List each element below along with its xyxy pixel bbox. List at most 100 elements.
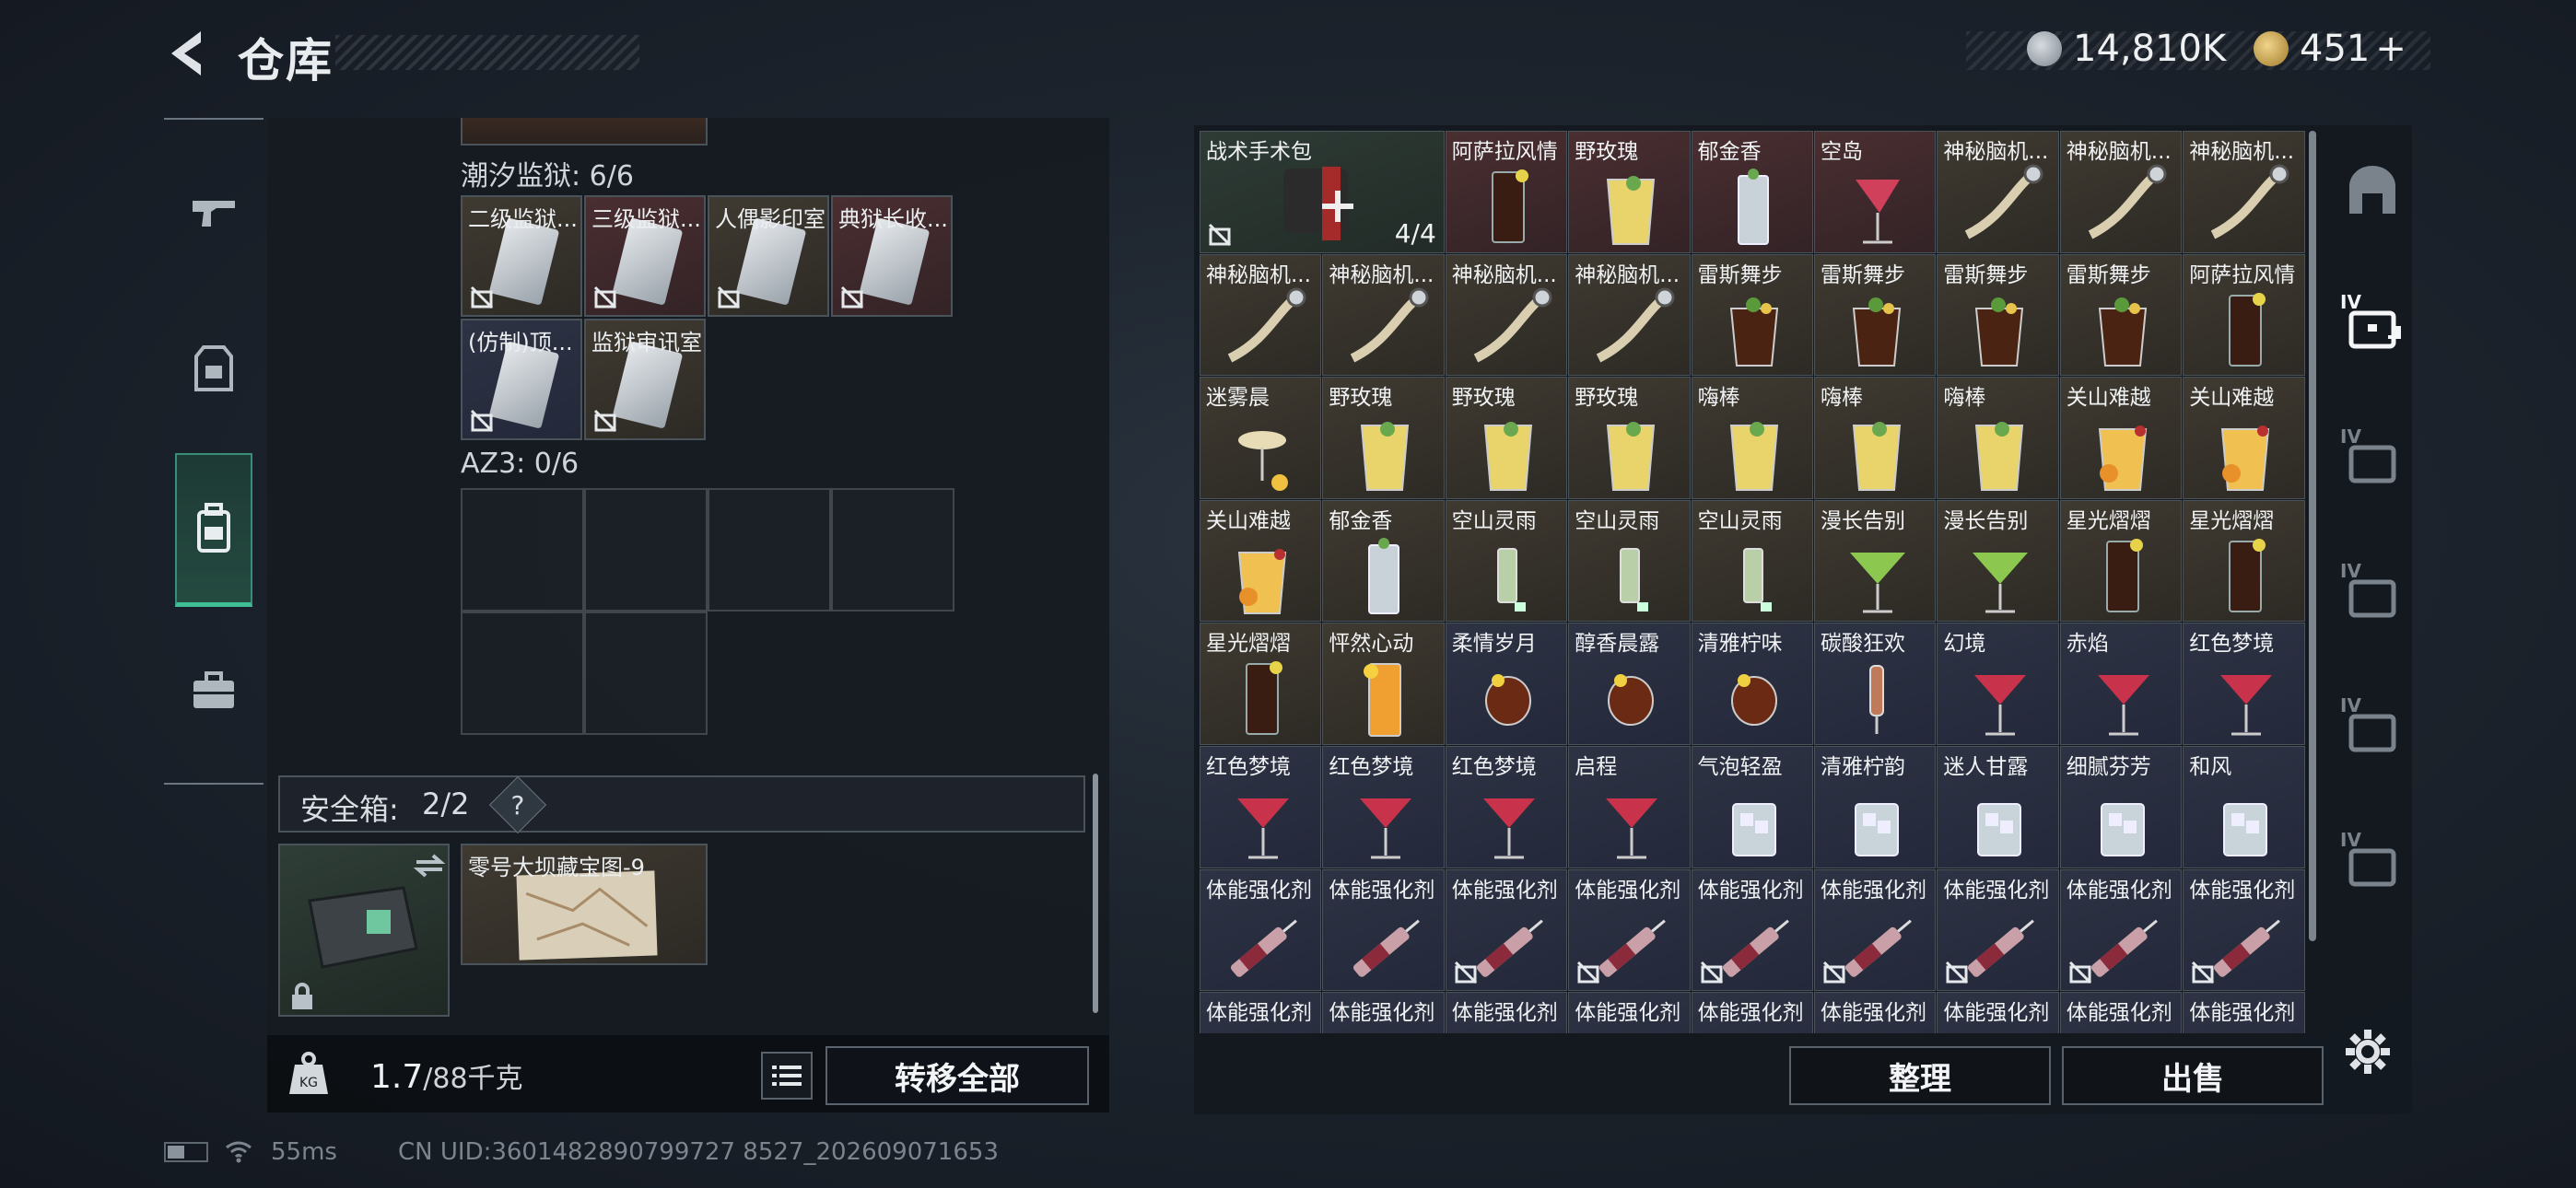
add-currency-button[interactable]: + [2375,28,2406,70]
box-tier-icon[interactable]: IV [2340,829,2401,891]
gun-case-tier-icon[interactable]: IV [2340,560,2401,623]
stash-item[interactable]: 体能强化剂 [1937,992,2059,1033]
stash-item[interactable]: 空山灵雨 [1445,499,1568,623]
stash-item[interactable]: 阿萨拉风情 [2183,253,2305,377]
stash-item[interactable]: 雷斯舞步 [1691,253,1813,377]
stash-item[interactable]: 神秘脑机... [1568,253,1691,377]
stash-item[interactable]: 体能强化剂 [2059,992,2183,1033]
transfer-all-button[interactable]: 转移全部 [825,1046,1089,1105]
organize-button[interactable]: 整理 [1789,1046,2051,1105]
nav-armor[interactable] [164,295,263,442]
stash-item[interactable]: 碳酸狂欢 [1814,623,1937,745]
stash-item[interactable]: 体能强化剂 [1568,992,1691,1033]
stash-item[interactable]: 空岛 [1814,131,1937,253]
map-tier-icon[interactable]: IV [2340,694,2401,757]
stash-item[interactable]: 体能强化剂 [1445,992,1568,1033]
stash-item[interactable]: 体能强化剂 [1200,992,1322,1033]
stash-item[interactable]: 郁金香 [1322,499,1445,623]
stash-item[interactable]: 嗨棒 [1937,377,2059,499]
safe-box-container[interactable] [278,844,450,1017]
treasure-map-item[interactable]: 零号大坝藏宝图-9 [461,844,708,965]
stash-item[interactable]: 阿萨拉风情 [1445,131,1568,253]
stash-item[interactable]: 嗨棒 [1691,377,1813,499]
key-card-item[interactable]: 典狱长收... [831,195,953,317]
currency-gold[interactable]: 451 + [2254,28,2406,70]
stash-item[interactable]: 体能强化剂 [1445,868,1568,992]
nav-weapons[interactable] [164,138,263,285]
stash-item[interactable]: 体能强化剂 [1568,868,1691,992]
stash-item[interactable]: 醇香晨露 [1568,623,1691,745]
nav-backpack[interactable] [175,453,252,607]
medkit-item[interactable]: 战术手术包 4/4 [1200,131,1445,253]
stash-item[interactable]: 红色梦境 [1445,746,1568,868]
stash-item[interactable]: 体能强化剂 [1322,868,1445,992]
stash-item[interactable]: 野玫瑰 [1568,377,1691,499]
empty-slot[interactable] [461,611,584,735]
stash-item[interactable]: 野玫瑰 [1322,377,1445,499]
stash-item[interactable]: 关山难越 [1200,499,1322,623]
stash-scrollbar[interactable] [2309,131,2316,941]
stash-item[interactable]: 关山难越 [2183,377,2305,499]
stash-dome-icon[interactable] [2344,162,2401,219]
stash-item[interactable]: 细腻芬芳 [2059,746,2183,868]
stash-item[interactable]: 赤焰 [2059,623,2183,745]
stash-item[interactable]: 神秘脑机... [1937,131,2059,253]
stash-item[interactable]: 雷斯舞步 [1814,253,1937,377]
settings-gear-icon[interactable] [2340,1024,2395,1079]
swap-icon[interactable] [413,853,446,879]
stash-item[interactable]: 体能强化剂 [1322,992,1445,1033]
stash-item[interactable]: 空山灵雨 [1568,499,1691,623]
stash-item[interactable]: 红色梦境 [1200,746,1322,868]
nav-case[interactable] [164,617,263,764]
stash-item[interactable]: 漫长告别 [1937,499,2059,623]
stash-item[interactable]: 怦然心动 [1322,623,1445,745]
stash-item[interactable]: 体能强化剂 [1814,992,1937,1033]
stash-item[interactable]: 体能强化剂 [2059,868,2183,992]
stash-item[interactable]: 星光熠熠 [2183,499,2305,623]
stash-item[interactable]: 迷人甘露 [1937,746,2059,868]
stash-item[interactable]: 迷雾晨 [1200,377,1322,499]
stash-item[interactable]: 体能强化剂 [1200,868,1322,992]
stash-item[interactable]: 体能强化剂 [2183,868,2305,992]
folder-tier-icon[interactable]: IV [2340,425,2401,488]
stash-item[interactable]: 体能强化剂 [1691,992,1813,1033]
stash-item[interactable]: 星光熠熠 [2059,499,2183,623]
stash-item[interactable]: 神秘脑机... [1445,253,1568,377]
stash-item[interactable]: 嗨棒 [1814,377,1937,499]
stash-item[interactable]: 神秘脑机... [1200,253,1322,377]
stash-item[interactable]: 体能强化剂 [2183,992,2305,1033]
stash-item[interactable]: 关山难越 [2059,377,2183,499]
stash-item[interactable]: 空山灵雨 [1691,499,1813,623]
stash-item[interactable]: 清雅柠味 [1691,623,1813,745]
key-card-item[interactable]: 人偶影印室 [708,195,829,317]
left-scrollbar[interactable] [1093,774,1098,1013]
stash-item[interactable]: 野玫瑰 [1445,377,1568,499]
empty-slot[interactable] [708,488,831,611]
medkit-tier-icon[interactable]: IV [2340,291,2410,354]
stash-item[interactable]: 幻境 [1937,623,2059,745]
key-card-item[interactable]: 三级监狱... [584,195,706,317]
safe-box-help-button[interactable]: ? [488,775,547,834]
key-card-item[interactable]: (仿制)顶... [461,319,582,440]
stash-item[interactable]: 郁金香 [1691,131,1813,253]
stash-item[interactable]: 体能强化剂 [1937,868,2059,992]
stash-item[interactable]: 野玫瑰 [1568,131,1691,253]
stash-item[interactable]: 气泡轻盈 [1691,746,1813,868]
empty-slot[interactable] [461,488,584,611]
stash-item[interactable]: 启程 [1568,746,1691,868]
back-arrow-icon[interactable] [162,26,208,81]
stash-item[interactable]: 红色梦境 [1322,746,1445,868]
stash-item[interactable]: 体能强化剂 [1691,868,1813,992]
stash-item[interactable]: 神秘脑机... [2059,131,2183,253]
stash-item[interactable]: 柔情岁月 [1445,623,1568,745]
key-card-item[interactable]: 监狱审讯室 [584,319,706,440]
stash-item[interactable]: 神秘脑机... [1322,253,1445,377]
stash-item[interactable]: 漫长告别 [1814,499,1937,623]
empty-slot[interactable] [584,488,708,611]
stash-item[interactable]: 和风 [2183,746,2305,868]
empty-slot[interactable] [831,488,954,611]
empty-slot[interactable] [584,611,708,735]
stash-item[interactable]: 清雅柠韵 [1814,746,1937,868]
sell-button[interactable]: 出售 [2062,1046,2324,1105]
stash-item[interactable]: 雷斯舞步 [2059,253,2183,377]
